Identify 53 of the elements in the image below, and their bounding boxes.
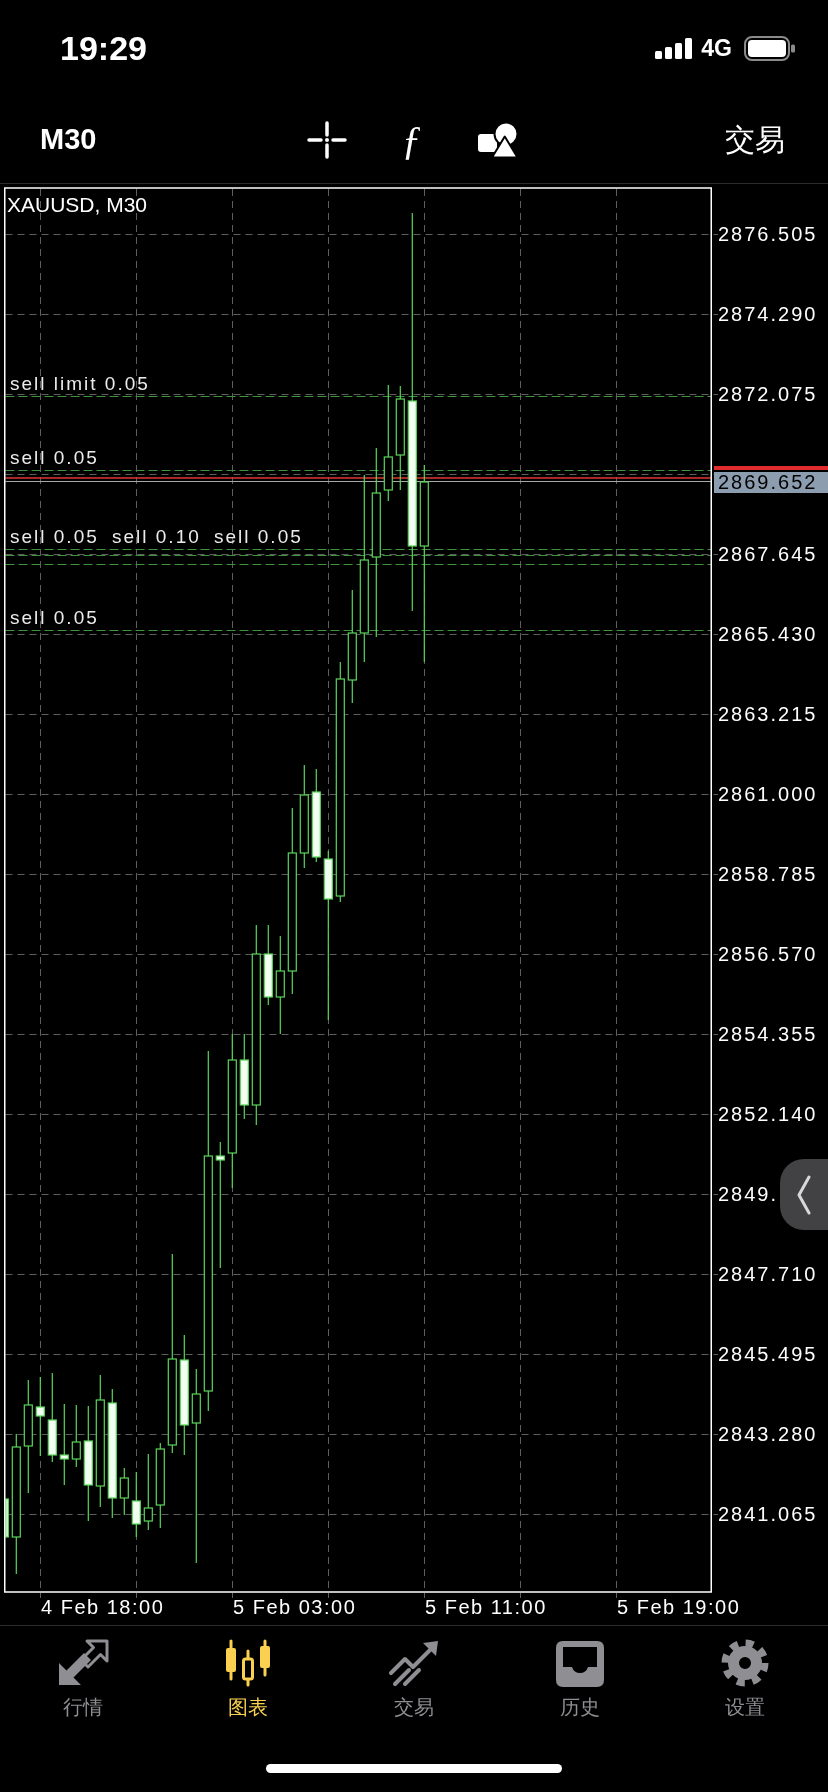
shapes-icon	[476, 120, 519, 159]
chevron-left-icon	[796, 1174, 812, 1215]
candle	[71, 1404, 81, 1468]
price-label: 2874.290	[718, 304, 818, 324]
price-label: 2861.000	[718, 784, 818, 804]
price-label: 2847.710	[718, 1264, 818, 1284]
signal-icon	[655, 37, 693, 59]
trade-button[interactable]: 交易	[725, 124, 785, 155]
price-label: 2863.215	[718, 704, 818, 724]
time-label: 5 Feb 11:00	[425, 1597, 547, 1617]
tab-bar-item[interactable]: 交易	[331, 1639, 497, 1719]
double-arrow-icon	[56, 1639, 109, 1687]
price-label: 2854.355	[718, 1024, 818, 1044]
crosshair-button[interactable]	[306, 120, 347, 159]
tab-bar-item[interactable]: 图表	[165, 1639, 332, 1719]
tab-bar-item[interactable]: 设置	[662, 1639, 828, 1719]
order-label: sell 0.05	[214, 527, 303, 546]
price-label: 2841.065	[718, 1504, 818, 1524]
indicators-button[interactable]: ƒ	[397, 119, 426, 160]
candle	[5, 1498, 9, 1538]
network-type: 4G	[701, 36, 732, 60]
tab-bar-item[interactable]: 行情	[0, 1639, 166, 1719]
battery-icon	[744, 35, 795, 61]
time-label: 4 Feb 18:00	[41, 1597, 165, 1617]
objects-button[interactable]	[476, 120, 519, 159]
price-label: 2858.785	[718, 864, 818, 884]
order-label: sell 0.05	[10, 527, 99, 546]
price-label: 2843.280	[718, 1424, 818, 1444]
crosshair-icon	[306, 120, 347, 159]
status-time: 19:29	[60, 31, 147, 65]
order-label: sell limit 0.05	[10, 374, 150, 393]
timeframe-button[interactable]: M30	[40, 125, 97, 154]
order-label: sell 0.10	[112, 527, 201, 546]
chart-title: XAUUSD, M30	[7, 194, 148, 215]
current-price-label: 2869.652	[714, 472, 828, 493]
candle	[131, 1471, 141, 1538]
price-label: 2845.495	[718, 1344, 818, 1364]
price-label: 2852.140	[718, 1104, 818, 1124]
price-label: 2856.570	[718, 944, 818, 964]
tab-bar-item[interactable]: 历史	[496, 1639, 663, 1719]
price-label: 2849.	[718, 1184, 779, 1204]
price-label: 2876.505	[718, 224, 818, 244]
price-label: 2865.430	[718, 624, 818, 644]
trend-arrow-icon	[388, 1639, 440, 1687]
candle	[119, 1467, 129, 1516]
order-label: sell 0.05	[10, 448, 99, 467]
side-panel-handle[interactable]	[780, 1159, 828, 1230]
price-label: 2867.645	[718, 544, 818, 564]
price-label: 2872.075	[718, 384, 818, 404]
order-label: sell 0.05	[10, 608, 99, 627]
time-label: 5 Feb 19:00	[617, 1597, 741, 1617]
time-label: 5 Feb 03:00	[233, 1597, 357, 1617]
inbox-tray-icon	[553, 1639, 606, 1687]
